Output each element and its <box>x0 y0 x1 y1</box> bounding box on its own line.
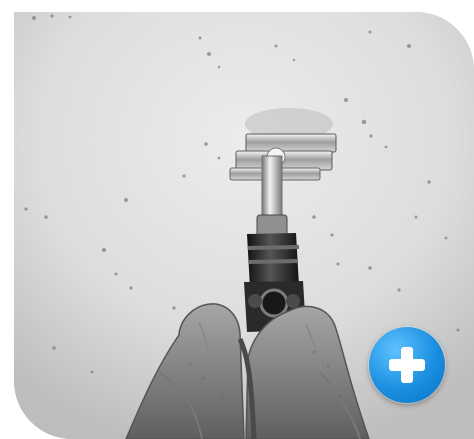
metal-anchor <box>229 133 337 181</box>
image-card <box>0 0 474 439</box>
plus-icon <box>387 345 427 385</box>
driver-shaft <box>256 155 288 238</box>
expand-button[interactable] <box>369 327 445 403</box>
